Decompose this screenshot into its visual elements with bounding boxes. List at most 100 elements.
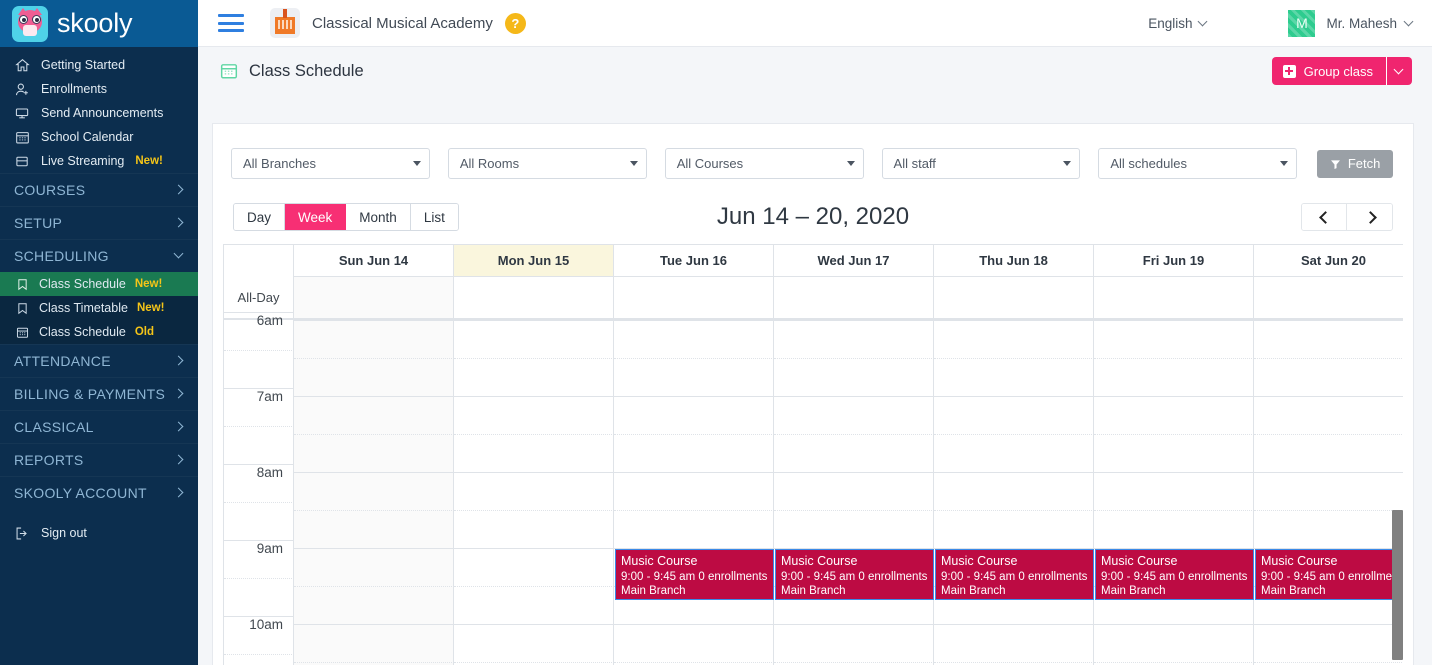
time-slot-cell[interactable] bbox=[454, 320, 614, 358]
time-slot-cell[interactable] bbox=[454, 434, 614, 472]
sidebar-section-billing-payments[interactable]: BILLING & PAYMENTS bbox=[0, 377, 198, 410]
time-slot-cell[interactable] bbox=[614, 472, 774, 510]
all-day-cell[interactable] bbox=[1254, 277, 1403, 318]
sidebar-item-class-schedule-old[interactable]: Class Schedule Old bbox=[0, 320, 198, 344]
sidebar-item-class-timetable[interactable]: Class Timetable New! bbox=[0, 296, 198, 320]
calendar-event[interactable]: Music Course 9:00 - 9:45 am 0 enrollments… bbox=[1095, 549, 1254, 600]
time-slot-cell[interactable] bbox=[934, 510, 1094, 548]
time-slot-cell[interactable] bbox=[454, 548, 614, 586]
time-slot-cell[interactable] bbox=[1094, 320, 1254, 358]
prev-week-button[interactable] bbox=[1302, 204, 1347, 230]
time-slot-cell[interactable] bbox=[294, 434, 454, 472]
day-header-sun[interactable]: Sun Jun 14 bbox=[294, 245, 454, 277]
sidebar-item-getting-started[interactable]: Getting Started bbox=[0, 53, 198, 77]
time-slot-cell[interactable] bbox=[454, 624, 614, 662]
time-slot-cell[interactable] bbox=[1254, 510, 1403, 548]
time-slot-cell[interactable] bbox=[934, 624, 1094, 662]
help-icon[interactable]: ? bbox=[504, 12, 526, 34]
time-slot-cell[interactable] bbox=[454, 586, 614, 624]
filter-courses[interactable]: All Courses bbox=[664, 148, 864, 179]
time-slot-cell[interactable] bbox=[294, 358, 454, 396]
all-day-cell[interactable] bbox=[294, 277, 454, 318]
all-day-cell[interactable] bbox=[774, 277, 934, 318]
day-header-sat[interactable]: Sat Jun 20 bbox=[1254, 245, 1403, 277]
all-day-cell[interactable] bbox=[934, 277, 1094, 318]
time-slot-cell[interactable] bbox=[1254, 396, 1403, 434]
next-week-button[interactable] bbox=[1347, 204, 1392, 230]
calendar-event[interactable]: Music Course 9:00 - 9:45 am 0 enrollments… bbox=[615, 549, 774, 600]
time-slot-cell[interactable] bbox=[614, 434, 774, 472]
sidebar-item-send-announcements[interactable]: Send Announcements bbox=[0, 101, 198, 125]
time-slot-cell[interactable] bbox=[1094, 472, 1254, 510]
time-slot-cell[interactable] bbox=[614, 624, 774, 662]
day-header-mon[interactable]: Mon Jun 15 bbox=[454, 245, 614, 277]
sidebar-section-skooly-account[interactable]: SKOOLY ACCOUNT bbox=[0, 476, 198, 509]
time-slot-cell[interactable] bbox=[294, 472, 454, 510]
time-slot-cell[interactable] bbox=[454, 510, 614, 548]
all-day-cell[interactable] bbox=[454, 277, 614, 318]
time-slot-cell[interactable] bbox=[1254, 624, 1403, 662]
sidebar-item-class-schedule-new[interactable]: Class Schedule New! bbox=[0, 272, 198, 296]
time-slot-cell[interactable] bbox=[1094, 396, 1254, 434]
time-slot-cell[interactable] bbox=[454, 472, 614, 510]
time-slot-cell[interactable] bbox=[614, 510, 774, 548]
filter-staff[interactable]: All staff bbox=[881, 148, 1081, 179]
view-week-button[interactable]: Week bbox=[285, 204, 347, 230]
time-slot-cell[interactable] bbox=[294, 624, 454, 662]
time-slot-cell[interactable] bbox=[934, 396, 1094, 434]
sidebar-item-school-calendar[interactable]: School Calendar bbox=[0, 125, 198, 149]
filter-branches[interactable]: All Branches bbox=[231, 148, 430, 179]
time-slot-cell[interactable] bbox=[934, 320, 1094, 358]
calendar-event[interactable]: Music Course 9:00 - 9:45 am 0 enrollments… bbox=[775, 549, 934, 600]
sidebar-item-live-streaming[interactable]: Live Streaming New! bbox=[0, 149, 198, 173]
time-slot-cell[interactable] bbox=[774, 396, 934, 434]
time-slot-cell[interactable] bbox=[294, 548, 454, 586]
brand-header[interactable]: skooly bbox=[0, 0, 198, 47]
sidebar-section-courses[interactable]: COURSES bbox=[0, 173, 198, 206]
time-slot-cell[interactable] bbox=[1094, 624, 1254, 662]
time-slot-cell[interactable] bbox=[774, 320, 934, 358]
all-day-cell[interactable] bbox=[614, 277, 774, 318]
time-slot-cell[interactable] bbox=[454, 396, 614, 434]
view-month-button[interactable]: Month bbox=[346, 204, 411, 230]
user-menu[interactable]: Mr. Mahesh bbox=[1326, 16, 1414, 31]
day-header-wed[interactable]: Wed Jun 17 bbox=[774, 245, 934, 277]
hamburger-icon[interactable] bbox=[218, 14, 244, 32]
calendar-scrollbar[interactable] bbox=[1392, 510, 1403, 660]
sidebar-item-enrollments[interactable]: Enrollments bbox=[0, 77, 198, 101]
time-slot-cell[interactable] bbox=[1254, 472, 1403, 510]
day-header-thu[interactable]: Thu Jun 18 bbox=[934, 245, 1094, 277]
time-slot-cell[interactable] bbox=[1254, 358, 1403, 396]
time-slot-cell[interactable] bbox=[774, 510, 934, 548]
sidebar-section-classical[interactable]: CLASSICAL bbox=[0, 410, 198, 443]
time-slot-cell[interactable] bbox=[1254, 320, 1403, 358]
filter-rooms[interactable]: All Rooms bbox=[447, 148, 647, 179]
group-class-button[interactable]: Group class bbox=[1271, 57, 1412, 85]
time-slot-cell[interactable] bbox=[774, 472, 934, 510]
day-header-tue[interactable]: Tue Jun 16 bbox=[614, 245, 774, 277]
signout-button[interactable]: Sign out bbox=[0, 521, 198, 545]
sidebar-section-attendance[interactable]: ATTENDANCE bbox=[0, 344, 198, 377]
time-slot-cell[interactable] bbox=[774, 358, 934, 396]
fetch-button[interactable]: Fetch bbox=[1317, 149, 1394, 178]
time-slot-cell[interactable] bbox=[934, 472, 1094, 510]
time-slot-cell[interactable] bbox=[774, 624, 934, 662]
time-slot-cell[interactable] bbox=[1254, 434, 1403, 472]
sidebar-section-reports[interactable]: REPORTS bbox=[0, 443, 198, 476]
time-slot-cell[interactable] bbox=[614, 358, 774, 396]
time-slot-cell[interactable] bbox=[294, 320, 454, 358]
sidebar-section-setup[interactable]: SETUP bbox=[0, 206, 198, 239]
group-class-dropdown[interactable] bbox=[1386, 57, 1412, 85]
language-selector[interactable]: English bbox=[1148, 16, 1208, 31]
time-slot-cell[interactable] bbox=[454, 358, 614, 396]
time-slot-cell[interactable] bbox=[294, 396, 454, 434]
calendar-event[interactable]: Music Course 9:00 - 9:45 am 0 enrollments… bbox=[935, 549, 1094, 600]
time-slot-cell[interactable] bbox=[294, 510, 454, 548]
time-slot-cell[interactable] bbox=[614, 320, 774, 358]
time-slot-cell[interactable] bbox=[1094, 434, 1254, 472]
filter-schedules[interactable]: All schedules bbox=[1098, 148, 1298, 179]
time-slot-cell[interactable] bbox=[1094, 358, 1254, 396]
all-day-cell[interactable] bbox=[1094, 277, 1254, 318]
view-day-button[interactable]: Day bbox=[234, 204, 286, 230]
time-slot-cell[interactable] bbox=[934, 358, 1094, 396]
